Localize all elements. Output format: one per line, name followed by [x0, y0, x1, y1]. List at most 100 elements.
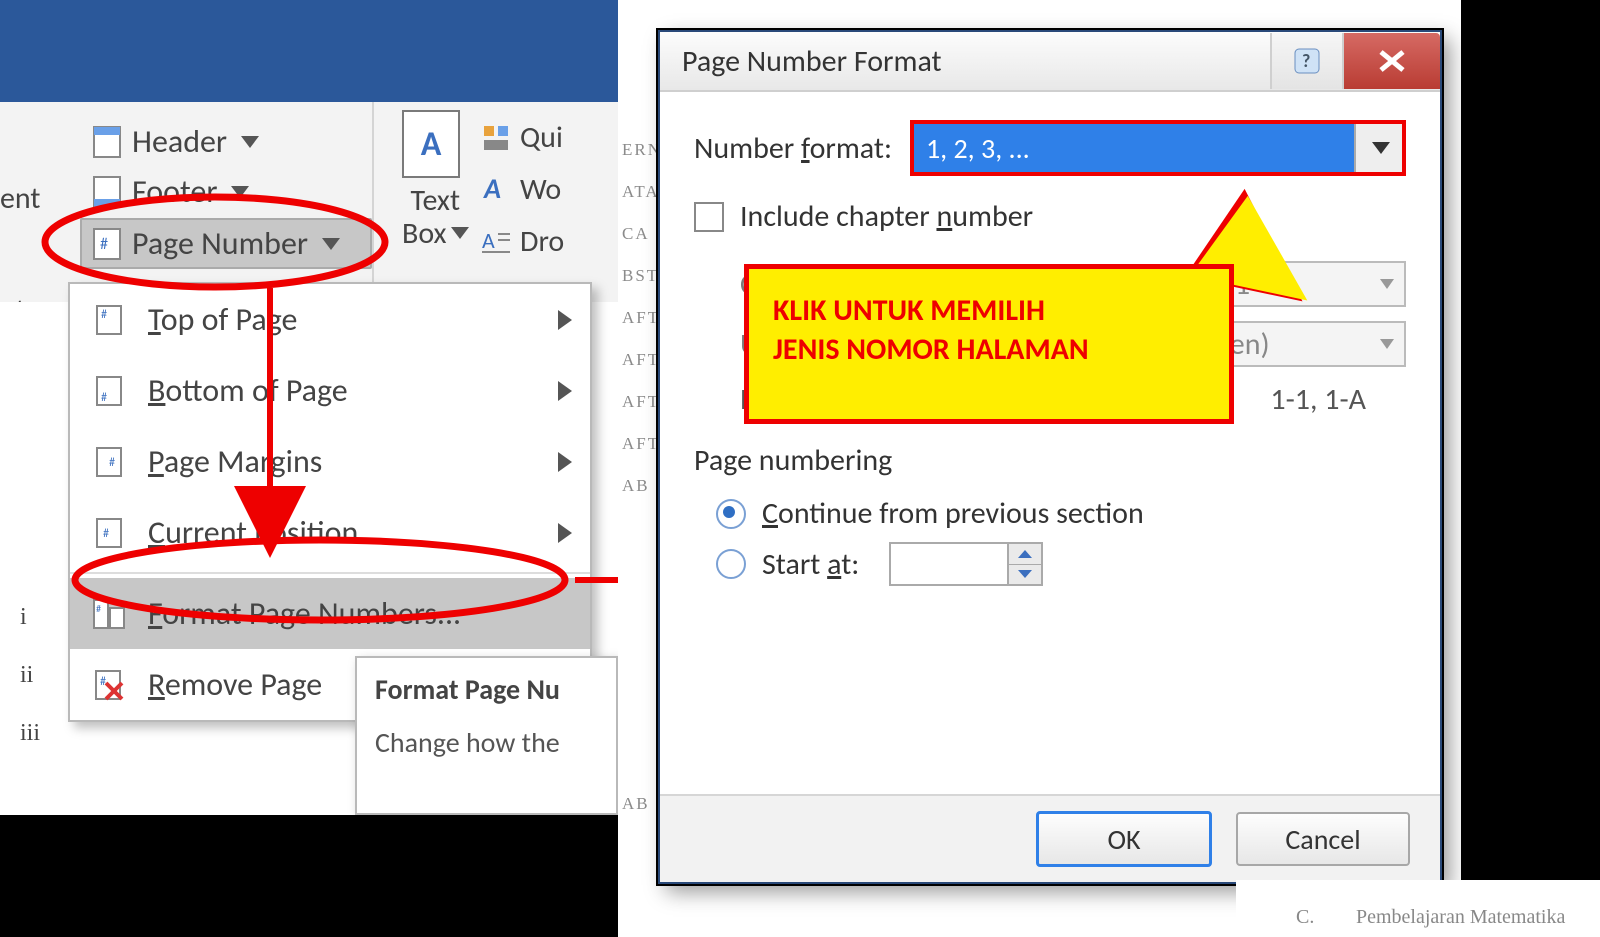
menu-top-of-page[interactable]: # Top of Page [70, 284, 590, 355]
svg-text:#: # [100, 675, 106, 689]
bg-text: ATA [622, 182, 660, 202]
format-page-numbers-tooltip: Format Page Nu Change how the [355, 656, 618, 815]
ok-button[interactable]: OK [1036, 811, 1212, 867]
ribbon-partial-ent: ent [0, 180, 40, 217]
submenu-arrow-icon [558, 310, 572, 330]
page-number-label: Page Number [132, 224, 308, 263]
doc-roman-i: i [20, 604, 27, 631]
start-at-radio[interactable]: Start at: [716, 542, 1406, 586]
svg-text:#: # [101, 391, 107, 405]
spinner-up[interactable] [1009, 544, 1041, 565]
bg-text: AFT [622, 350, 660, 370]
svg-text:#: # [96, 602, 101, 615]
menu-page-margins-label: Page Margins [148, 442, 322, 481]
ribbon-text-buttons: Qui A Wo A Dro [482, 112, 564, 268]
dialog-title: Page Number Format [660, 43, 942, 80]
page-icon: # [92, 303, 126, 337]
svg-text:#: # [100, 235, 108, 254]
header-button[interactable]: Header [80, 116, 271, 167]
bg-text: AB [622, 794, 650, 814]
doc-roman-ii: ii [20, 662, 33, 689]
svg-text:?: ? [1302, 50, 1310, 72]
bg-text: AFT [622, 308, 660, 328]
number-format-dropdown[interactable]: 1, 2, 3, ... [910, 120, 1406, 176]
start-at-spinner[interactable] [889, 542, 1043, 586]
continue-label: Continue from previous section [762, 495, 1144, 532]
text-box-icon: A [402, 110, 460, 178]
chevron-down-icon [1380, 339, 1394, 349]
help-button[interactable]: ? [1270, 33, 1342, 89]
page-margins-icon: # [92, 445, 126, 479]
callout-line-2: JENIS NOMOR HALAMAN [773, 330, 1205, 369]
continue-radio[interactable]: Continue from previous section [716, 495, 1406, 532]
dialog-titlebar[interactable]: Page Number Format ? [660, 32, 1440, 92]
chevron-down-icon [322, 238, 340, 250]
help-icon: ? [1292, 46, 1322, 76]
chevron-down-icon [451, 227, 469, 239]
wordart-button[interactable]: A Wo [482, 164, 564, 216]
page-icon: # [92, 374, 126, 408]
menu-format-page-numbers[interactable]: # Format Page Numbers... [70, 578, 590, 649]
page-numbering-section-label: Page numbering [694, 442, 1406, 479]
close-button[interactable] [1342, 33, 1440, 89]
bottom-document-strip: C. Pembelajaran Matematika 12 [1236, 880, 1600, 937]
menu-page-margins[interactable]: # Page Margins [70, 426, 590, 497]
submenu-arrow-icon [558, 381, 572, 401]
cancel-button[interactable]: Cancel [1236, 812, 1410, 866]
page-number-icon: # [92, 227, 122, 261]
ribbon-group-header-footer: Header Footer # Page Number [62, 102, 374, 302]
current-position-icon: # [92, 516, 126, 550]
footer-button[interactable]: Footer [80, 166, 261, 217]
dialog-area: ERN ATA CA BST AFT AFT AFT AFT AB AB Pag… [618, 0, 1461, 937]
submenu-arrow-icon [558, 452, 572, 472]
ribbon-tab-strip [0, 0, 618, 102]
bg-text: AFT [622, 392, 660, 412]
doc-roman-iii: iii [20, 720, 40, 747]
ribbon-area: Header Footer # Page Number A TextBox [0, 0, 622, 815]
menu-top-of-page-label: Top of Page [148, 300, 297, 339]
wordart-label: Wo [520, 164, 561, 216]
drop-cap-label: Dro [520, 216, 564, 268]
text-box-button[interactable]: A TextBox [402, 110, 469, 250]
menu-separator [70, 572, 590, 574]
chevron-down-icon [1372, 142, 1390, 154]
bg-text: AFT [622, 434, 660, 454]
page-number-button[interactable]: # Page Number [80, 218, 372, 269]
close-icon [1375, 48, 1409, 74]
bg-text: AB [622, 476, 650, 496]
text-box-label-1: Text [410, 182, 460, 219]
menu-current-position[interactable]: # Current Position [70, 497, 590, 568]
bg-text: ERN [622, 140, 662, 160]
dropdown-arrow[interactable] [1354, 124, 1402, 172]
tooltip-body: Change how the [375, 725, 598, 760]
spinner-down[interactable] [1009, 565, 1041, 585]
quick-parts-button[interactable]: Qui [482, 112, 564, 164]
text-box-label-2: Box [402, 215, 447, 252]
svg-text:A: A [482, 228, 495, 254]
chevron-down-icon [231, 186, 249, 198]
chevron-down-icon [241, 136, 259, 148]
footer-label: Footer [132, 172, 217, 211]
chevron-down-icon [1380, 279, 1394, 289]
start-at-label: Start at: [762, 546, 859, 583]
menu-bottom-of-page[interactable]: # Bottom of Page [70, 355, 590, 426]
drop-cap-icon: A [482, 228, 510, 256]
bottom-c: C. [1296, 906, 1314, 929]
chevron-up-icon [1018, 550, 1032, 558]
ribbon-body: Header Footer # Page Number A TextBox [0, 102, 618, 304]
bg-text: CA [622, 224, 650, 244]
svg-text:#: # [101, 308, 107, 322]
number-format-label: Number format: [694, 130, 892, 167]
drop-cap-button[interactable]: A Dro [482, 216, 564, 268]
quick-parts-icon [482, 124, 510, 152]
header-icon [92, 125, 122, 159]
quick-parts-label: Qui [520, 112, 563, 164]
menu-bottom-of-page-label: Bottom of Page [148, 371, 348, 410]
header-label: Header [132, 122, 227, 161]
number-format-value: 1, 2, 3, ... [914, 124, 1354, 172]
remove-page-icon: # [92, 668, 126, 702]
svg-text:#: # [109, 456, 115, 470]
bg-text: BST [622, 266, 659, 286]
tooltip-title: Format Page Nu [375, 672, 598, 707]
wordart-icon: A [482, 174, 510, 206]
